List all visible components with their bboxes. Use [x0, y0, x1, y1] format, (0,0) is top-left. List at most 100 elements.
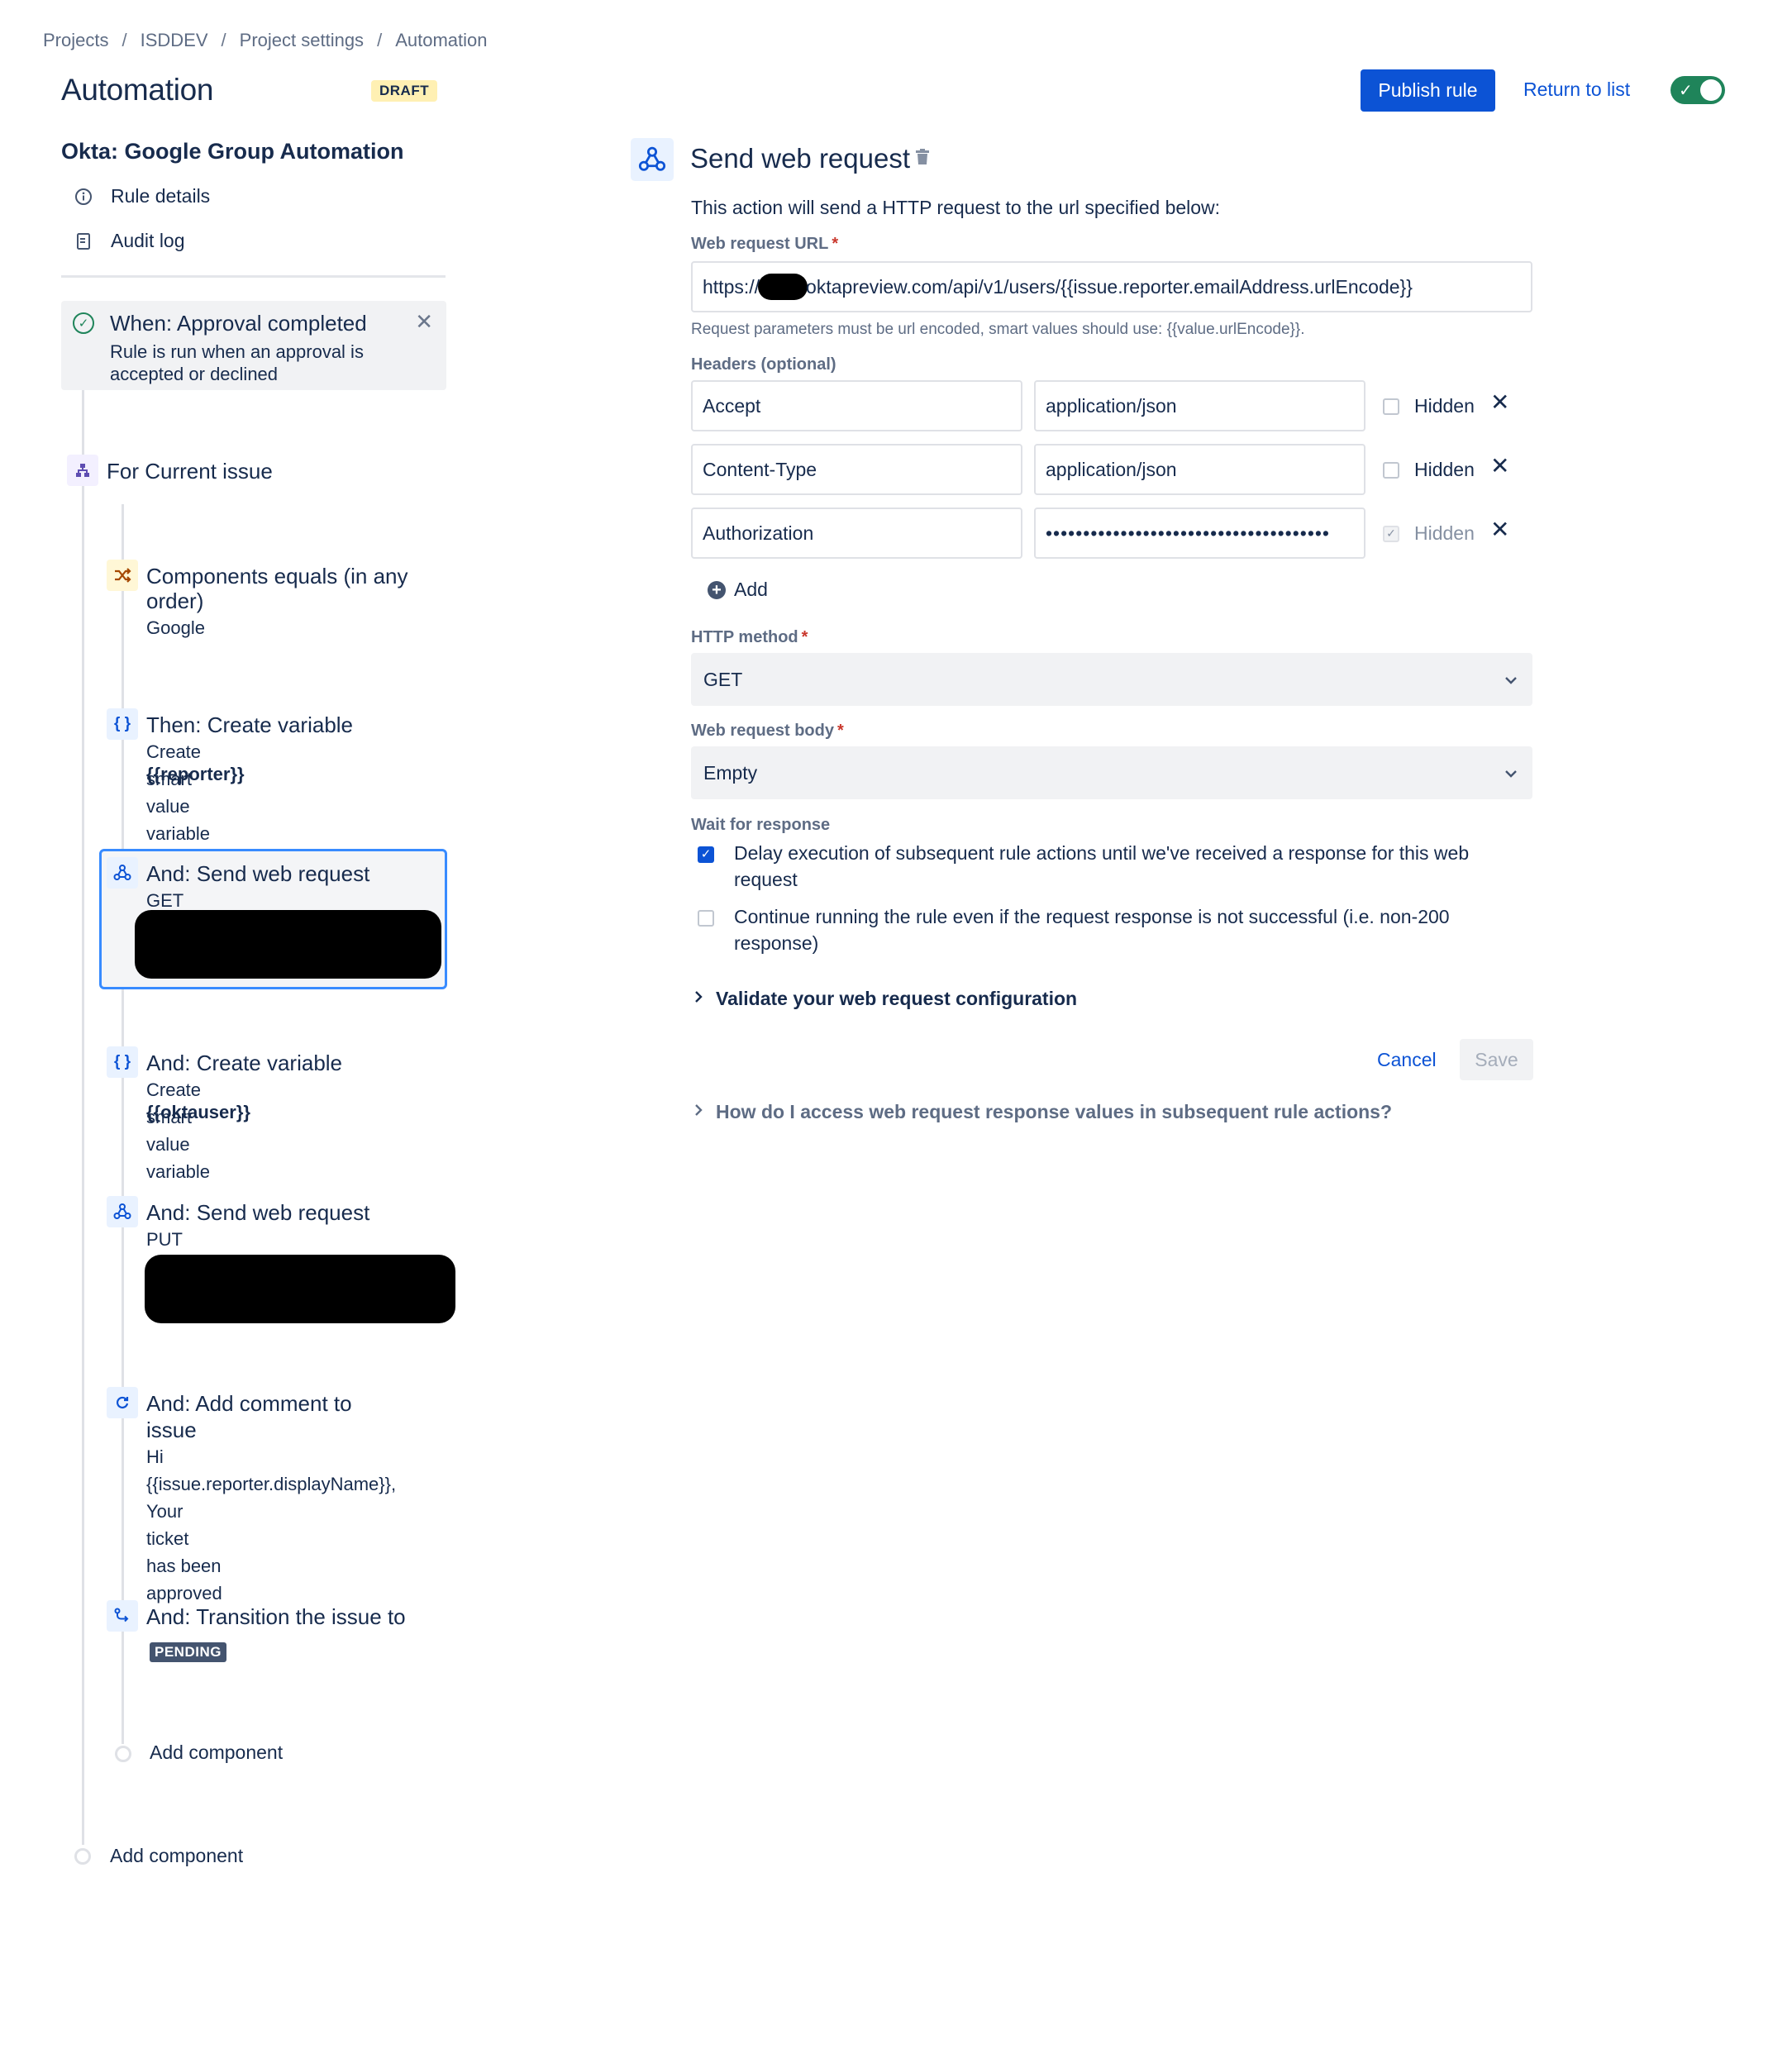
redacted-url [145, 1255, 455, 1323]
headers-label: Headers (optional) [691, 355, 836, 374]
validate-config-label: Validate your web request configuration [716, 988, 1078, 1009]
url-suffix: oktapreview.com/api/v1/users/{{issue.rep… [806, 275, 1413, 298]
braces-icon: { } [107, 1046, 138, 1078]
component-variable-name: {{oktauser}} [146, 1102, 250, 1122]
trigger-card[interactable]: ✓ When: Approval completed Rule is run w… [61, 301, 446, 390]
toggle-knob [1700, 79, 1722, 101]
publish-rule-button[interactable]: Publish rule [1361, 69, 1495, 112]
remove-header-icon[interactable]: ✕ [1490, 516, 1509, 543]
check-icon: ✓ [1679, 82, 1693, 100]
validate-config-expander[interactable]: Validate your web request configuration [694, 988, 1077, 1010]
rule-rail-line [82, 390, 84, 1845]
component-title: And: Create variable [146, 1051, 343, 1075]
component-title: And: Transition the issue to [146, 1604, 406, 1629]
panel-title: Send web request [690, 143, 911, 174]
component-title: For Current issue [107, 459, 273, 484]
chevron-right-icon [694, 989, 703, 1008]
rule-name: Okta: Google Group Automation [61, 139, 404, 164]
add-component-outer-button[interactable]: Add component [110, 1845, 243, 1867]
trigger-title: When: Approval completed [110, 311, 367, 336]
cancel-button[interactable]: Cancel [1377, 1049, 1437, 1071]
branch-rail-line [122, 504, 124, 1744]
continue-running-label: Continue running the rule even if the re… [734, 906, 1450, 954]
status-badge: DRAFT [371, 80, 438, 102]
breadcrumb-separator: / [122, 30, 127, 50]
breadcrumb-project-settings[interactable]: Project settings [240, 30, 364, 51]
page-title: Automation [61, 73, 214, 107]
header-name-input[interactable]: Authorization [691, 507, 1022, 559]
save-button[interactable]: Save [1460, 1039, 1533, 1080]
chevron-down-icon [1504, 670, 1518, 689]
breadcrumb: Projects / ISDDEV / Project settings / A… [43, 30, 487, 51]
url-prefix: https:// [703, 275, 760, 298]
transition-icon [107, 1600, 138, 1632]
component-title: Components equals (in any [146, 564, 408, 588]
plus-icon: + [708, 580, 726, 599]
branch-icon [67, 455, 98, 486]
http-method-select[interactable]: GET [691, 653, 1532, 706]
chevron-down-icon [1504, 764, 1518, 783]
web-request-body-select[interactable]: Empty [691, 746, 1532, 799]
audit-log-link[interactable]: Audit log [73, 230, 185, 252]
check-icon: ✓ [698, 846, 714, 863]
component-http-method: PUT [146, 1229, 183, 1250]
checkbox-box [698, 910, 714, 927]
component-title-line2: issue [146, 1418, 197, 1442]
header-name-input[interactable]: Accept [691, 380, 1022, 431]
add-header-button[interactable]: + Add [708, 579, 768, 601]
url-hint: Request parameters must be url encoded, … [691, 321, 1305, 338]
component-title: And: Send web request [146, 1200, 370, 1225]
trash-icon[interactable] [915, 149, 930, 169]
comment-line: Hi [146, 1446, 164, 1467]
component-title: And: Send web request [146, 861, 370, 886]
help-expander[interactable]: How do I access web request response val… [694, 1101, 1392, 1123]
audit-log-label: Audit log [111, 230, 185, 251]
web-request-url-input[interactable]: https:// oktapreview.com/api/v1/users/{{i… [691, 261, 1532, 312]
web-request-body-value: Empty [703, 761, 758, 784]
trigger-description: Rule is run when an approval is accepted… [110, 341, 364, 384]
checkbox-label: Hidden [1414, 395, 1475, 417]
redacted-url [135, 910, 441, 979]
checkbox-label: Hidden [1414, 459, 1475, 480]
remove-header-icon[interactable]: ✕ [1490, 452, 1509, 479]
http-method-label: HTTP method * [691, 628, 808, 646]
http-method-value: GET [703, 668, 743, 690]
rule-details-link[interactable]: Rule details [73, 185, 210, 207]
header-hidden-checkbox[interactable]: Hidden [1383, 459, 1475, 481]
info-icon [73, 186, 94, 207]
add-component-inner-button[interactable]: Add component [150, 1742, 283, 1764]
return-to-list-link[interactable]: Return to list [1523, 79, 1630, 101]
breadcrumb-automation[interactable]: Automation [395, 30, 487, 51]
breadcrumb-projects[interactable]: Projects [43, 30, 108, 51]
document-icon [73, 231, 94, 252]
help-label: How do I access web request response val… [716, 1101, 1393, 1122]
component-subtitle: Create smart value variable [146, 741, 211, 844]
checkbox-box [1383, 398, 1399, 415]
remove-header-icon[interactable]: ✕ [1490, 388, 1509, 416]
header-value-input[interactable]: application/json [1034, 380, 1365, 431]
panel-description: This action will send a HTTP request to … [691, 197, 1221, 218]
component-subtitle: Google [146, 617, 205, 638]
sidebar-divider [61, 275, 446, 278]
delay-execution-checkbox[interactable]: ✓ Delay execution of subsequent rule act… [698, 840, 1508, 893]
delay-execution-label: Delay execution of subsequent rule actio… [734, 842, 1470, 890]
header-value-input[interactable]: application/json [1034, 444, 1365, 495]
shuffle-icon [107, 560, 138, 591]
check-icon: ✓ [1383, 525, 1399, 542]
add-component-dot [74, 1848, 91, 1865]
component-variable-name: {{reporter}} [146, 764, 245, 784]
breadcrumb-isddev[interactable]: ISDDEV [141, 30, 208, 51]
header-hidden-checkbox[interactable]: Hidden [1383, 395, 1475, 417]
continue-running-checkbox[interactable]: Continue running the rule even if the re… [698, 903, 1508, 956]
chevron-right-icon [694, 1103, 703, 1122]
close-icon[interactable]: ✕ [415, 309, 433, 335]
status-lozenge: PENDING [150, 1642, 226, 1662]
header-name-input[interactable]: Content-Type [691, 444, 1022, 495]
component-title: And: Add comment to [146, 1391, 352, 1416]
rule-enabled-toggle[interactable]: ✓ [1670, 76, 1725, 104]
header-hidden-checkbox[interactable]: ✓ Hidden [1383, 522, 1475, 545]
webhook-icon [107, 857, 138, 889]
header-value-input[interactable]: •••••••••••••••••••••••••••••••••••••• [1034, 507, 1365, 559]
body-label: Web request body * [691, 722, 844, 740]
comment-line: Your ticket has been approved [146, 1501, 222, 1603]
